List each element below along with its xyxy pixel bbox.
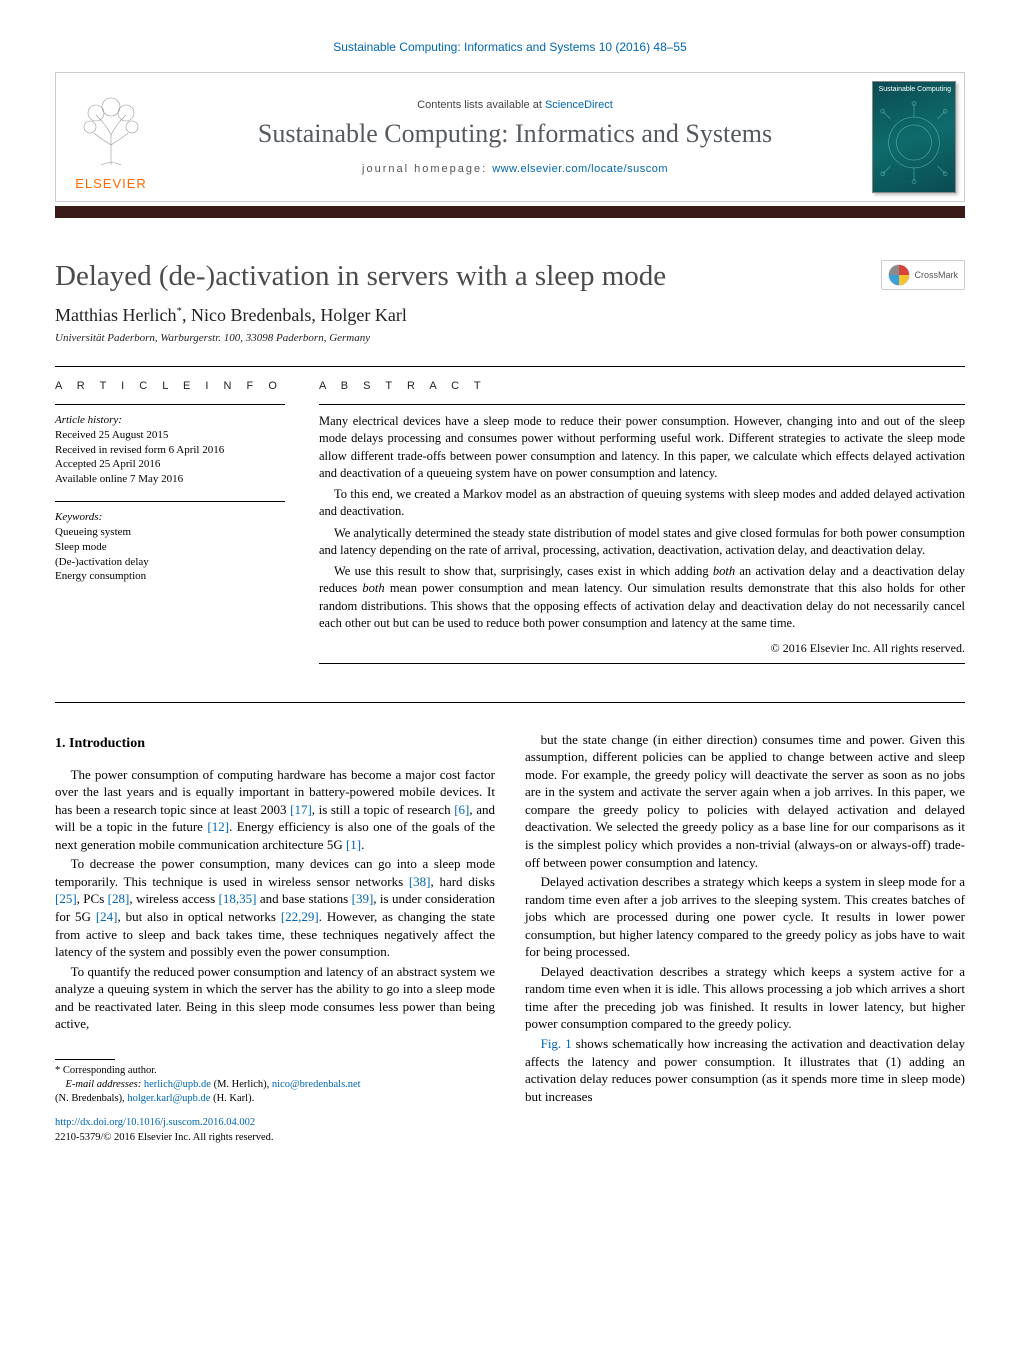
ref-link[interactable]: [38] <box>409 874 431 889</box>
journal-banner: ELSEVIER Contents lists available at Sci… <box>55 72 965 202</box>
crossmark-icon <box>888 264 910 286</box>
body-paragraph: To quantify the reduced power consumptio… <box>55 963 495 1033</box>
journal-cover-thumb: Sustainable Computing <box>872 81 956 193</box>
ref-link[interactable]: [39] <box>352 891 374 906</box>
body-text: 1. Introduction The power consumption of… <box>55 731 965 1145</box>
contents-available: Contents lists available at ScienceDirec… <box>417 99 613 111</box>
ref-link[interactable]: [25] <box>55 891 77 906</box>
elsevier-tree-icon <box>76 95 146 170</box>
abstract-copyright: © 2016 Elsevier Inc. All rights reserved… <box>319 640 965 657</box>
email-paren: (M. Herlich), <box>211 1079 272 1090</box>
emails-label: E-mail addresses: <box>66 1079 144 1090</box>
email-line-2: (N. Bredenbals), holger.karl@upb.de (H. … <box>55 1092 495 1106</box>
homepage-prefix: journal homepage: <box>362 163 492 175</box>
body-paragraph: Delayed activation describes a strategy … <box>525 873 965 961</box>
abstract-rule <box>319 404 965 405</box>
footnotes-block: * Corresponding author. E-mail addresses… <box>55 1059 495 1145</box>
ref-link[interactable]: [12] <box>207 819 229 834</box>
email-link[interactable]: holger.karl@upb.de <box>127 1093 210 1104</box>
body-paragraph: To decrease the power consumption, many … <box>55 855 495 960</box>
email-paren: (N. Bredenbals), <box>55 1093 127 1104</box>
journal-homepage: journal homepage: www.elsevier.com/locat… <box>362 163 668 175</box>
issn-copyright: 2210-5379/© 2016 Elsevier Inc. All right… <box>55 1132 274 1143</box>
ref-link[interactable]: [28] <box>108 891 130 906</box>
history-received: Received 25 August 2015 <box>55 428 285 443</box>
keywords-label: Keywords: <box>55 510 285 525</box>
info-rule-1 <box>55 404 285 405</box>
body-text: shows schematically how increasing the a… <box>525 1036 965 1104</box>
contents-prefix: Contents lists available at <box>417 99 545 111</box>
abstract-rule-bottom <box>319 663 965 664</box>
rule-mid <box>55 702 965 703</box>
article-title: Delayed (de-)activation in servers with … <box>55 260 666 293</box>
ref-link[interactable]: [6] <box>454 802 469 817</box>
publisher-name: ELSEVIER <box>75 176 147 191</box>
article-info-head: A R T I C L E I N F O <box>55 379 285 394</box>
body-paragraph: Delayed deactivation describes a strateg… <box>525 963 965 1033</box>
body-text: , wireless access <box>129 891 218 906</box>
doi-block: http://dx.doi.org/10.1016/j.suscom.2016.… <box>55 1116 495 1144</box>
info-rule-2 <box>55 501 285 502</box>
email-paren: (H. Karl). <box>210 1093 254 1104</box>
body-text: , but also in optical networks <box>118 909 281 924</box>
body-text: , is still a topic of research <box>312 802 454 817</box>
crossmark-badge[interactable]: CrossMark <box>881 260 965 290</box>
abs-text: We use this result to show that, surpris… <box>334 564 713 578</box>
body-text: , PCs <box>77 891 108 906</box>
email-link[interactable]: herlich@upb.de <box>144 1079 211 1090</box>
body-paragraph: The power consumption of computing hardw… <box>55 766 495 854</box>
keyword: (De-)activation delay <box>55 555 285 570</box>
corresponding-note: * Corresponding author. <box>55 1064 495 1078</box>
homepage-link[interactable]: www.elsevier.com/locate/suscom <box>492 163 668 175</box>
doi-link[interactable]: http://dx.doi.org/10.1016/j.suscom.2016.… <box>55 1117 255 1128</box>
history-accepted: Accepted 25 April 2016 <box>55 457 285 472</box>
abstract-paragraph: To this end, we created a Markov model a… <box>319 486 965 521</box>
email-link[interactable]: nico@bredenbals.net <box>272 1079 361 1090</box>
body-text: and base stations <box>256 891 351 906</box>
abstract-paragraph: We analytically determined the steady st… <box>319 525 965 560</box>
body-text: , hard disks <box>431 874 495 889</box>
journal-name: Sustainable Computing: Informatics and S… <box>258 119 772 149</box>
abstract-column: A B S T R A C T Many electrical devices … <box>319 379 965 672</box>
body-text: . <box>361 837 364 852</box>
abs-em: both <box>713 564 735 578</box>
sciencedirect-link[interactable]: ScienceDirect <box>545 99 613 111</box>
body-paragraph: but the state change (in either directio… <box>525 731 965 871</box>
ref-link[interactable]: [18,35] <box>219 891 257 906</box>
email-line: E-mail addresses: herlich@upb.de (M. Her… <box>55 1078 495 1092</box>
keyword: Sleep mode <box>55 540 285 555</box>
publisher-block: ELSEVIER <box>56 73 166 201</box>
ref-link[interactable]: [1] <box>346 837 361 852</box>
author-list: Matthias Herlich*, Nico Bredenbals, Holg… <box>55 305 965 326</box>
article-info-column: A R T I C L E I N F O Article history: R… <box>55 379 285 672</box>
accent-bar <box>55 206 965 218</box>
history-label: Article history: <box>55 413 285 428</box>
running-head: Sustainable Computing: Informatics and S… <box>55 40 965 54</box>
abs-text: mean power consumption and mean latency.… <box>319 581 965 630</box>
keyword: Queueing system <box>55 525 285 540</box>
section-heading-1: 1. Introduction <box>55 735 495 754</box>
ref-link[interactable]: [17] <box>290 802 312 817</box>
footnote-rule <box>55 1059 115 1060</box>
body-paragraph: Fig. 1 shows schematically how increasin… <box>525 1035 965 1105</box>
affiliation: Universität Paderborn, Warburgerstr. 100… <box>55 332 965 344</box>
author-1: Matthias Herlich <box>55 305 176 325</box>
history-revised: Received in revised form 6 April 2016 <box>55 443 285 458</box>
ref-link[interactable]: [22,29] <box>281 909 319 924</box>
abstract-head: A B S T R A C T <box>319 379 965 394</box>
ref-link[interactable]: [24] <box>96 909 118 924</box>
abstract-paragraph: Many electrical devices have a sleep mod… <box>319 413 965 482</box>
keyword: Energy consumption <box>55 569 285 584</box>
history-online: Available online 7 May 2016 <box>55 472 285 487</box>
crossmark-label: CrossMark <box>914 270 958 280</box>
author-rest: , Nico Bredenbals, Holger Karl <box>182 305 407 325</box>
figure-link[interactable]: Fig. 1 <box>541 1036 572 1051</box>
abs-em: both <box>362 581 384 595</box>
abstract-paragraph: We use this result to show that, surpris… <box>319 563 965 632</box>
